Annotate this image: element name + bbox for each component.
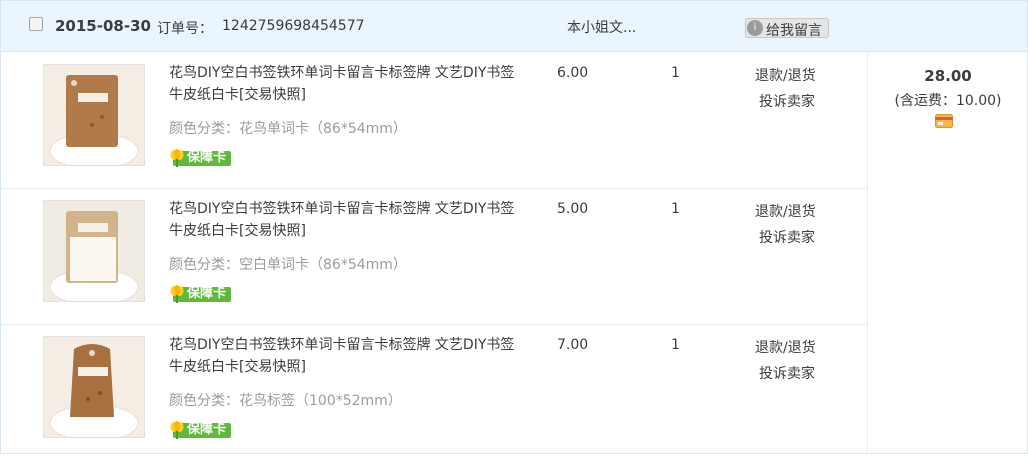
item-price: 7.00 (557, 337, 589, 353)
refund-return-link[interactable]: 退款/退货 (755, 337, 816, 357)
guarantee-card-badge[interactable]: 保障卡 (169, 420, 231, 440)
complain-seller-link[interactable]: 投诉卖家 (759, 227, 815, 247)
item-price: 6.00 (557, 65, 589, 81)
shipping-fee-note: (含运费：10.00) (894, 93, 1002, 109)
tulip-icon (170, 421, 184, 439)
order-total-price: 28.00 (924, 67, 972, 85)
order-number: 1242759698454577 (222, 18, 365, 34)
order-number-label: 订单号： (157, 21, 213, 37)
product-variant: 颜色分类：花鸟单词卡（86*54mm） (169, 121, 407, 137)
order-card: 2015-08-30 订单号： 1242759698454577 本小姐文...… (0, 0, 1028, 454)
card-icon[interactable] (935, 114, 953, 128)
product-variant: 颜色分类：花鸟标签（100*52mm） (169, 393, 402, 409)
item-price: 5.00 (557, 201, 589, 217)
guarantee-card-badge[interactable]: 保障卡 (169, 284, 231, 304)
guarantee-card-badge[interactable]: 保障卡 (169, 148, 231, 168)
leave-message-button[interactable]: i 给我留言 (745, 18, 829, 39)
order-item-row: 花鸟DIY空白书签铁环单词卡留言卡标签牌 文艺DIY书签 牛皮纸白卡[交易快照]… (1, 324, 867, 460)
column-divider (867, 52, 868, 454)
item-quantity: 1 (671, 201, 680, 217)
item-quantity: 1 (671, 65, 680, 81)
product-title-link[interactable]: 花鸟DIY空白书签铁环单词卡留言卡标签牌 文艺DIY书签 牛皮纸白卡[交易快照] (169, 334, 529, 378)
refund-return-link[interactable]: 退款/退货 (755, 65, 816, 85)
info-circle-icon: i (747, 20, 763, 36)
product-thumbnail[interactable] (43, 336, 145, 438)
product-variant: 颜色分类：空白单词卡（86*54mm） (169, 257, 407, 273)
order-header: 2015-08-30 订单号： 1242759698454577 本小姐文...… (1, 1, 1027, 52)
refund-return-link[interactable]: 退款/退货 (755, 201, 816, 221)
order-item-row: 花鸟DIY空白书签铁环单词卡留言卡标签牌 文艺DIY书签 牛皮纸白卡[交易快照]… (1, 188, 867, 325)
complain-seller-link[interactable]: 投诉卖家 (759, 91, 815, 111)
tulip-icon (170, 285, 184, 303)
guarantee-card-label: 保障卡 (187, 150, 227, 165)
shop-name-link[interactable]: 本小姐文... (567, 17, 636, 37)
product-title-link[interactable]: 花鸟DIY空白书签铁环单词卡留言卡标签牌 文艺DIY书签 牛皮纸白卡[交易快照] (169, 62, 529, 106)
complain-seller-link[interactable]: 投诉卖家 (759, 363, 815, 383)
order-date: 2015-08-30 (55, 17, 151, 35)
guarantee-card-label: 保障卡 (187, 286, 227, 301)
product-thumbnail[interactable] (43, 64, 145, 166)
order-item-row: 花鸟DIY空白书签铁环单词卡留言卡标签牌 文艺DIY书签 牛皮纸白卡[交易快照]… (1, 52, 867, 189)
product-title-link[interactable]: 花鸟DIY空白书签铁环单词卡留言卡标签牌 文艺DIY书签 牛皮纸白卡[交易快照] (169, 198, 529, 242)
order-select-checkbox[interactable] (29, 17, 43, 31)
item-quantity: 1 (671, 337, 680, 353)
guarantee-card-label: 保障卡 (187, 422, 227, 437)
tulip-icon (170, 149, 184, 167)
leave-message-label: 给我留言 (766, 23, 822, 39)
product-thumbnail[interactable] (43, 200, 145, 302)
